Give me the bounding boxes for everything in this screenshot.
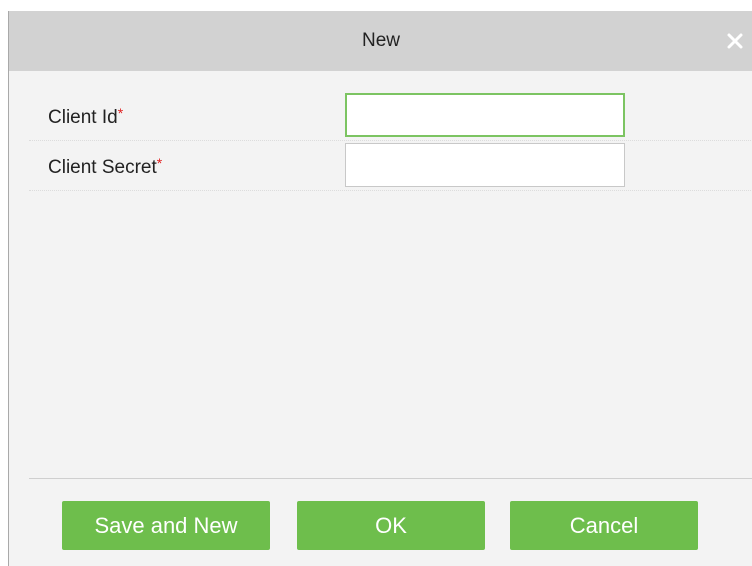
client-secret-input[interactable]	[345, 143, 625, 187]
ok-button[interactable]: OK	[297, 501, 485, 550]
client-id-input[interactable]	[345, 93, 625, 137]
client-id-label: Client Id*	[48, 91, 123, 140]
required-mark: *	[117, 105, 124, 121]
new-dialog: New Client Id* Client Secret* Save and N…	[8, 11, 752, 566]
footer-divider	[29, 478, 752, 479]
cancel-button[interactable]: Cancel	[510, 501, 698, 550]
dialog-titlebar: New	[9, 11, 752, 71]
client-id-label-text: Client Id	[48, 107, 118, 128]
dialog-title: New	[361, 30, 400, 51]
save-and-new-button[interactable]: Save and New	[62, 501, 270, 550]
required-mark: *	[156, 155, 163, 171]
client-secret-row: Client Secret*	[29, 141, 752, 191]
client-secret-label-text: Client Secret	[48, 157, 157, 178]
client-id-row: Client Id*	[29, 91, 752, 141]
client-secret-label: Client Secret*	[48, 141, 162, 190]
close-icon[interactable]	[723, 29, 747, 53]
